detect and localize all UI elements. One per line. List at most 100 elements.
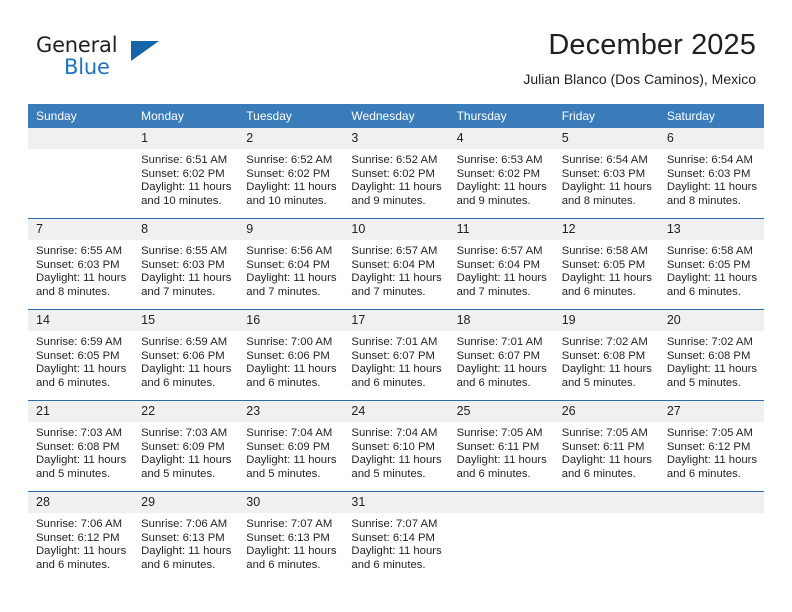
day-number: 2 [238, 128, 344, 149]
sunrise-text: Sunrise: 6:58 AM [561, 245, 648, 257]
calendar-day-cell[interactable]: 26 Sunrise: 7:05 AM Sunset: 6:11 PM Dayligh… [553, 401, 659, 491]
daylight-line2-text: and 6 minutes. [561, 467, 636, 480]
day-number: 10 [343, 219, 449, 240]
daylight-line2-text: and 6 minutes. [36, 376, 111, 389]
daylight-line2-text: and 6 minutes. [351, 376, 426, 389]
calendar-day-cell[interactable]: 27 Sunrise: 7:05 AM Sunset: 6:12 PM Dayligh… [658, 401, 764, 491]
day-number: 15 [133, 310, 239, 331]
day-details: Sunrise: 7:01 AM Sunset: 6:07 PM Daylight:… [449, 331, 554, 390]
location-subtitle: Julian Blanco (Dos Caminos), Mexico [523, 71, 756, 87]
sunrise-text: Sunrise: 7:02 AM [666, 336, 753, 348]
calendar-day-cell[interactable]: 25 Sunrise: 7:05 AM Sunset: 6:11 PM Dayligh… [448, 401, 554, 491]
daylight-line1-text: Daylight: 11 hours [141, 363, 232, 376]
calendar-day-cell[interactable]: 23 Sunrise: 7:04 AM Sunset: 6:09 PM Dayligh… [238, 401, 344, 491]
calendar-day-cell-empty [448, 492, 554, 582]
calendar-day-cell[interactable]: 28 Sunrise: 7:06 AM Sunset: 6:12 PM Dayligh… [28, 492, 134, 582]
sunrise-text: Sunrise: 7:07 AM [246, 518, 333, 530]
sunrise-text: Sunrise: 7:06 AM [36, 518, 123, 530]
weekday-header-monday: Monday [133, 104, 239, 128]
daylight-line1-text: Daylight: 11 hours [351, 454, 442, 467]
calendar-day-cell[interactable]: 15 Sunrise: 6:59 AM Sunset: 6:06 PM Dayligh… [133, 310, 239, 400]
day-number: 8 [133, 219, 239, 240]
sunset-text: Sunset: 6:04 PM [351, 258, 435, 271]
day-number: 31 [343, 492, 449, 513]
weekday-header-saturday: Saturday [658, 104, 764, 128]
day-number: 27 [658, 401, 764, 422]
daylight-line2-text: and 6 minutes. [246, 376, 321, 389]
calendar-day-cell[interactable]: 22 Sunrise: 7:03 AM Sunset: 6:09 PM Dayligh… [133, 401, 239, 491]
sunrise-text: Sunrise: 7:01 AM [351, 336, 438, 348]
sunset-text: Sunset: 6:03 PM [141, 258, 225, 271]
calendar-day-cell[interactable]: 18 Sunrise: 7:01 AM Sunset: 6:07 PM Dayligh… [448, 310, 554, 400]
daylight-line2-text: and 10 minutes. [141, 194, 222, 207]
daylight-line2-text: and 6 minutes. [246, 558, 321, 571]
sunset-text: Sunset: 6:02 PM [456, 167, 541, 180]
day-number: 20 [658, 310, 764, 331]
calendar-day-cell[interactable]: 13 Sunrise: 6:58 AM Sunset: 6:05 PM Dayligh… [658, 219, 764, 309]
calendar-day-cell[interactable]: 20 Sunrise: 7:02 AM Sunset: 6:08 PM Dayligh… [658, 310, 764, 400]
sunrise-text: Sunrise: 6:56 AM [246, 245, 333, 257]
daylight-line1-text: Daylight: 11 hours [246, 181, 337, 194]
calendar-day-cell[interactable]: 6 Sunrise: 6:54 AM Sunset: 6:03 PM Daylight… [658, 128, 764, 218]
calendar-day-cell[interactable]: 17 Sunrise: 7:01 AM Sunset: 6:07 PM Dayligh… [343, 310, 449, 400]
day-number [448, 492, 554, 513]
daylight-line2-text: and 9 minutes. [456, 194, 531, 207]
sunset-text: Sunset: 6:02 PM [246, 167, 330, 180]
day-number: 12 [553, 219, 659, 240]
day-number: 17 [343, 310, 449, 331]
day-details: Sunrise: 7:00 AM Sunset: 6:06 PM Daylight:… [238, 331, 343, 390]
calendar-day-cell-empty [28, 128, 134, 218]
daylight-line2-text: and 7 minutes. [351, 285, 426, 298]
calendar-day-cell[interactable]: 11 Sunrise: 6:57 AM Sunset: 6:04 PM Dayligh… [448, 219, 554, 309]
daylight-line2-text: and 5 minutes. [351, 467, 426, 480]
calendar-day-cell[interactable]: 5 Sunrise: 6:54 AM Sunset: 6:03 PM Daylight… [553, 128, 659, 218]
day-details: Sunrise: 6:55 AM Sunset: 6:03 PM Daylight:… [133, 240, 238, 299]
day-details: Sunrise: 6:58 AM Sunset: 6:05 PM Daylight:… [554, 240, 659, 299]
day-number: 25 [448, 401, 554, 422]
day-number: 1 [133, 128, 239, 149]
calendar-day-cell[interactable]: 16 Sunrise: 7:00 AM Sunset: 6:06 PM Dayligh… [238, 310, 344, 400]
sunrise-text: Sunrise: 6:55 AM [141, 245, 228, 257]
sunset-text: Sunset: 6:02 PM [141, 167, 225, 180]
calendar-day-cell[interactable]: 21 Sunrise: 7:03 AM Sunset: 6:08 PM Dayligh… [28, 401, 134, 491]
calendar-day-cell[interactable]: 24 Sunrise: 7:04 AM Sunset: 6:10 PM Dayligh… [343, 401, 449, 491]
day-details: Sunrise: 7:07 AM Sunset: 6:13 PM Daylight:… [238, 513, 343, 572]
daylight-line2-text: and 9 minutes. [351, 194, 426, 207]
daylight-line2-text: and 5 minutes. [666, 376, 741, 389]
calendar-day-cell[interactable]: 8 Sunrise: 6:55 AM Sunset: 6:03 PM Daylight… [133, 219, 239, 309]
daylight-line1-text: Daylight: 11 hours [456, 363, 547, 376]
calendar-day-cell[interactable]: 19 Sunrise: 7:02 AM Sunset: 6:08 PM Dayligh… [553, 310, 659, 400]
day-details: Sunrise: 6:59 AM Sunset: 6:05 PM Daylight:… [28, 331, 133, 390]
calendar-day-cell[interactable]: 12 Sunrise: 6:58 AM Sunset: 6:05 PM Dayligh… [553, 219, 659, 309]
daylight-line2-text: and 8 minutes. [561, 194, 636, 207]
calendar-day-cell[interactable]: 29 Sunrise: 7:06 AM Sunset: 6:13 PM Dayligh… [133, 492, 239, 582]
day-number: 3 [343, 128, 449, 149]
sunset-text: Sunset: 6:05 PM [36, 349, 120, 362]
day-details: Sunrise: 6:53 AM Sunset: 6:02 PM Daylight:… [449, 149, 554, 208]
sunset-text: Sunset: 6:14 PM [351, 531, 435, 544]
sunset-text: Sunset: 6:08 PM [666, 349, 751, 362]
day-details: Sunrise: 7:02 AM Sunset: 6:08 PM Daylight:… [659, 331, 764, 390]
calendar-day-cell[interactable]: 4 Sunrise: 6:53 AM Sunset: 6:02 PM Daylight… [448, 128, 554, 218]
calendar-day-cell[interactable]: 3 Sunrise: 6:52 AM Sunset: 6:02 PM Daylight… [343, 128, 449, 218]
day-details: Sunrise: 6:57 AM Sunset: 6:04 PM Daylight:… [449, 240, 554, 299]
sunset-text: Sunset: 6:06 PM [246, 349, 330, 362]
daylight-line1-text: Daylight: 11 hours [351, 363, 442, 376]
weekday-header-wednesday: Wednesday [343, 104, 449, 128]
calendar-day-cell[interactable]: 2 Sunrise: 6:52 AM Sunset: 6:02 PM Daylight… [238, 128, 344, 218]
calendar-table: Sunday Monday Tuesday Wednesday Thursday… [28, 104, 764, 582]
calendar-day-cell[interactable]: 7 Sunrise: 6:55 AM Sunset: 6:03 PM Daylight… [28, 219, 134, 309]
sunset-text: Sunset: 6:03 PM [666, 167, 751, 180]
daylight-line1-text: Daylight: 11 hours [141, 545, 232, 558]
day-number: 6 [658, 128, 764, 149]
calendar-day-cell[interactable]: 31 Sunrise: 7:07 AM Sunset: 6:14 PM Dayligh… [343, 492, 449, 582]
calendar-day-cell[interactable]: 14 Sunrise: 6:59 AM Sunset: 6:05 PM Dayligh… [28, 310, 134, 400]
day-details: Sunrise: 7:06 AM Sunset: 6:12 PM Daylight:… [28, 513, 133, 572]
calendar-week-row: 1 Sunrise: 6:51 AM Sunset: 6:02 PM Daylight… [28, 128, 764, 219]
calendar-day-cell[interactable]: 30 Sunrise: 7:07 AM Sunset: 6:13 PM Dayligh… [238, 492, 344, 582]
calendar-day-cell[interactable]: 9 Sunrise: 6:56 AM Sunset: 6:04 PM Daylight… [238, 219, 344, 309]
calendar-week-row: 28 Sunrise: 7:06 AM Sunset: 6:12 PM Dayligh… [28, 491, 764, 582]
calendar-day-cell[interactable]: 1 Sunrise: 6:51 AM Sunset: 6:02 PM Daylight… [133, 128, 239, 218]
calendar-day-cell[interactable]: 10 Sunrise: 6:57 AM Sunset: 6:04 PM Dayligh… [343, 219, 449, 309]
daylight-line2-text: and 6 minutes. [666, 285, 741, 298]
